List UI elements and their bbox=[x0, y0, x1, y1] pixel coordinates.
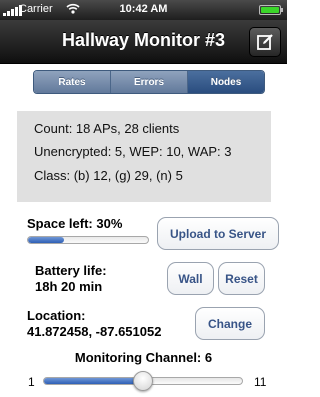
channel-slider-fill bbox=[44, 378, 143, 384]
battery-life-label: Battery life: 18h 20 min bbox=[35, 263, 107, 295]
encryption-text: Unencrypted: 5, WEP: 10, WAP: 3 bbox=[34, 144, 232, 159]
space-progress-fill bbox=[28, 237, 64, 243]
page-title: Hallway Monitor #3 bbox=[61, 30, 226, 50]
space-left-label: Space left: 30% bbox=[27, 216, 123, 231]
slider-min-label: 1 bbox=[28, 375, 35, 389]
battery-life-title: Battery life: bbox=[35, 263, 107, 278]
location-label: Location: 41.872458, -87.651052 bbox=[27, 308, 161, 340]
navigation-bar: Hallway Monitor #3 bbox=[0, 20, 287, 64]
channel-slider-thumb[interactable] bbox=[133, 371, 153, 391]
location-coordinates: 41.872458, -87.651052 bbox=[27, 324, 162, 339]
monitoring-channel-label: Monitoring Channel: 6 bbox=[74, 350, 213, 365]
status-bar: Carrier 10:42 AM bbox=[0, 0, 287, 20]
tab-errors[interactable]: Errors bbox=[110, 71, 187, 93]
class-text: Class: (b) 12, (g) 29, (n) 5 bbox=[34, 168, 183, 183]
reset-button[interactable]: Reset bbox=[218, 262, 265, 295]
tab-nodes[interactable]: Nodes bbox=[187, 71, 264, 93]
count-text: Count: 18 APs, 28 clients bbox=[34, 121, 180, 136]
location-title: Location: bbox=[27, 308, 86, 323]
tab-rates[interactable]: Rates bbox=[34, 71, 110, 93]
upload-to-server-button[interactable]: Upload to Server bbox=[157, 217, 279, 250]
change-location-button[interactable]: Change bbox=[195, 307, 265, 340]
status-time: 10:42 AM bbox=[119, 3, 168, 15]
compose-button[interactable] bbox=[249, 27, 281, 57]
wall-button[interactable]: Wall bbox=[167, 262, 214, 295]
space-progress-bar bbox=[27, 236, 149, 244]
battery-life-value: 18h 20 min bbox=[35, 279, 103, 294]
view-segmented-control: Rates Errors Nodes bbox=[33, 70, 265, 94]
network-summary-panel: Count: 18 APs, 28 clients Unencrypted: 5… bbox=[17, 111, 271, 202]
slider-max-label: 11 bbox=[254, 375, 267, 389]
battery-icon bbox=[259, 5, 283, 15]
compose-icon bbox=[257, 34, 273, 50]
